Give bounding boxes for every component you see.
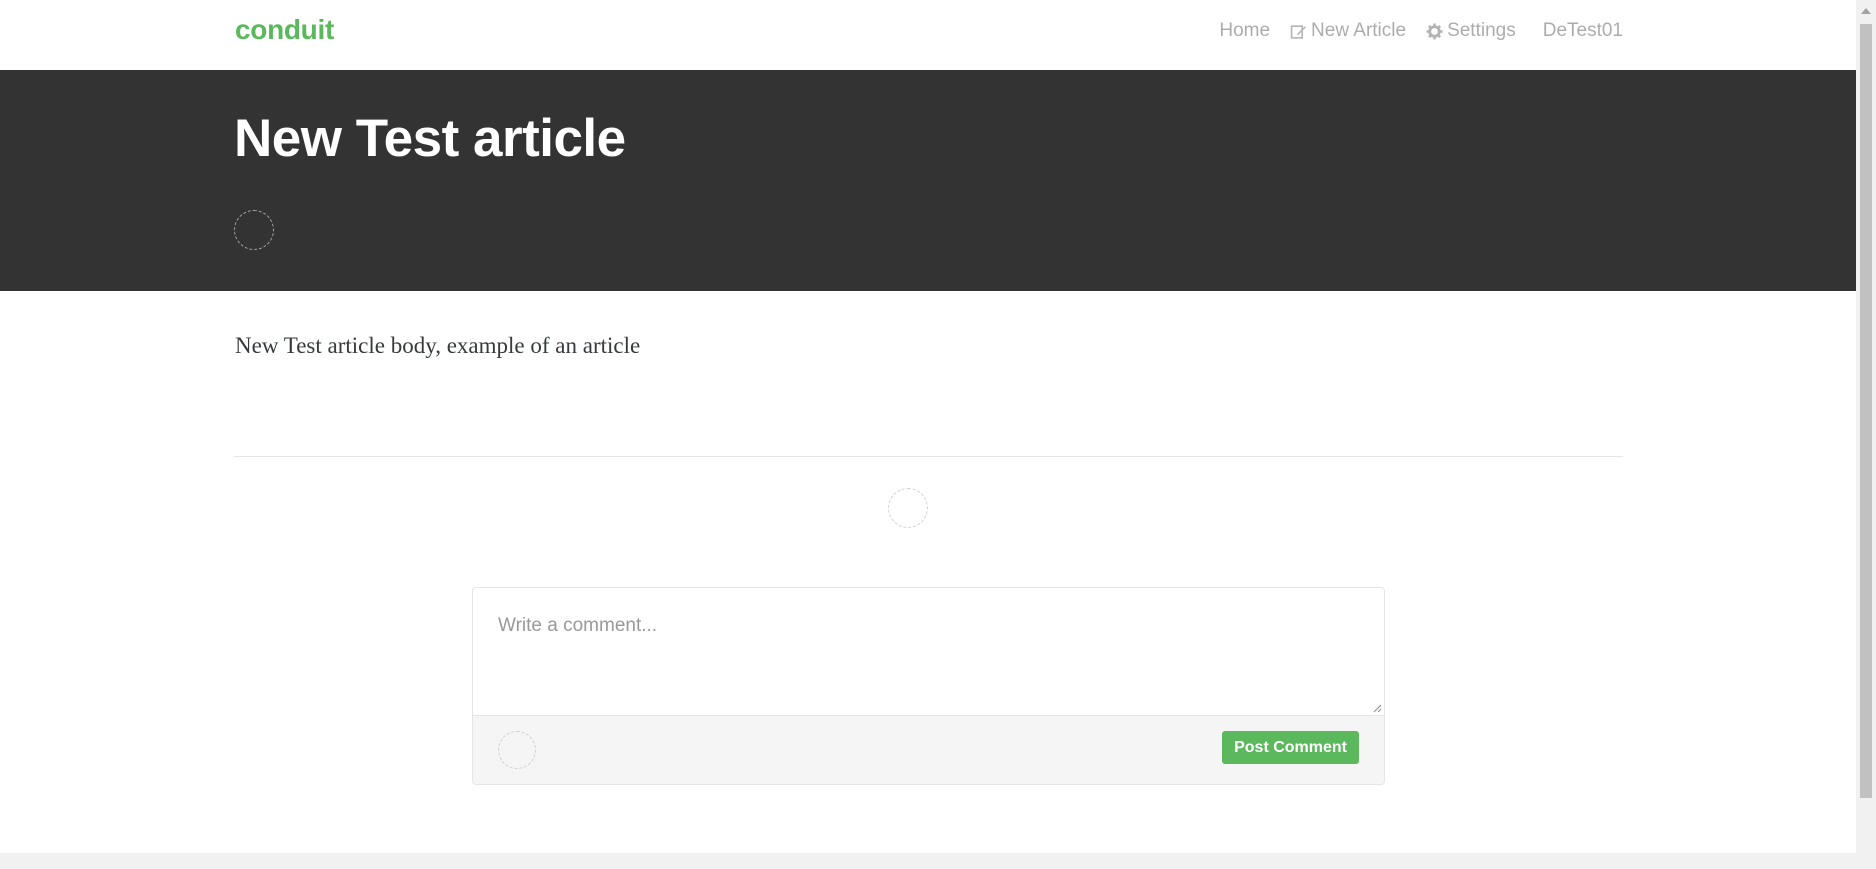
article-title: New Test article: [234, 109, 626, 168]
edit-icon: [1290, 23, 1307, 40]
nav-link-user-profile[interactable]: DeTest01: [1543, 20, 1623, 42]
navbar: conduit Home New Article Settings DeTest…: [0, 0, 1856, 70]
nav-link-user-label: DeTest01: [1542, 20, 1623, 41]
comment-form: Post Comment: [472, 587, 1385, 785]
nav-link-new-article[interactable]: New Article: [1290, 20, 1406, 42]
article-meta-avatar[interactable]: [888, 488, 928, 528]
nav-link-settings[interactable]: Settings: [1426, 20, 1516, 42]
vertical-scrollbar-thumb[interactable]: [1860, 24, 1872, 798]
gear-icon: [1426, 23, 1443, 40]
nav-link-new-article-label: New Article: [1311, 20, 1407, 41]
author-avatar[interactable]: [234, 210, 274, 250]
horizontal-scrollbar[interactable]: [0, 853, 1876, 869]
article-divider: [234, 456, 1623, 457]
vertical-scrollbar[interactable]: [1856, 0, 1876, 853]
nav-links: Home New Article Settings DeTest01: [1219, 20, 1623, 42]
scroll-up-arrow-icon[interactable]: [1861, 8, 1871, 14]
nav-link-settings-label: Settings: [1447, 20, 1516, 41]
article-banner: New Test article: [0, 70, 1856, 291]
brand-logo-link[interactable]: conduit: [235, 14, 334, 46]
nav-link-home-label: Home: [1219, 20, 1271, 41]
nav-link-home[interactable]: Home: [1219, 20, 1270, 42]
browser-viewport: conduit Home New Article Settings DeTest…: [0, 0, 1876, 869]
article-body: New Test article body, example of an art…: [235, 333, 641, 358]
comment-textarea[interactable]: [473, 588, 1384, 716]
resize-grip-icon[interactable]: [1372, 703, 1382, 713]
comment-author-avatar: [498, 731, 536, 769]
comment-form-footer: Post Comment: [473, 716, 1384, 784]
post-comment-button[interactable]: Post Comment: [1222, 731, 1359, 764]
article-page: conduit Home New Article Settings DeTest…: [0, 0, 1856, 853]
